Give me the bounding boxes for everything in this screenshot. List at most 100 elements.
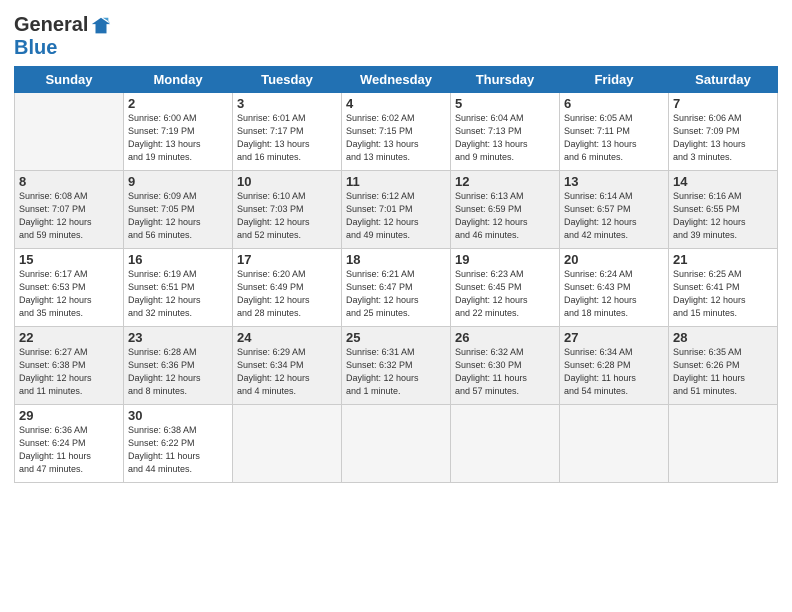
day-number: 28 [673, 330, 773, 345]
day-number: 9 [128, 174, 228, 189]
weekday-tuesday: Tuesday [233, 67, 342, 93]
calendar-cell: 4Sunrise: 6:02 AM Sunset: 7:15 PM Daylig… [342, 93, 451, 171]
week-row-1: 8Sunrise: 6:08 AM Sunset: 7:07 PM Daylig… [15, 171, 778, 249]
day-number: 29 [19, 408, 119, 423]
calendar-cell [342, 405, 451, 483]
day-info: Sunrise: 6:17 AM Sunset: 6:53 PM Dayligh… [19, 268, 119, 320]
calendar-cell: 2Sunrise: 6:00 AM Sunset: 7:19 PM Daylig… [124, 93, 233, 171]
calendar-cell: 30Sunrise: 6:38 AM Sunset: 6:22 PM Dayli… [124, 405, 233, 483]
calendar-cell: 6Sunrise: 6:05 AM Sunset: 7:11 PM Daylig… [560, 93, 669, 171]
day-number: 23 [128, 330, 228, 345]
day-number: 30 [128, 408, 228, 423]
day-number: 19 [455, 252, 555, 267]
calendar-table: SundayMondayTuesdayWednesdayThursdayFrid… [14, 66, 778, 483]
calendar-cell: 9Sunrise: 6:09 AM Sunset: 7:05 PM Daylig… [124, 171, 233, 249]
page-header: General Blue [14, 10, 778, 60]
day-info: Sunrise: 6:28 AM Sunset: 6:36 PM Dayligh… [128, 346, 228, 398]
day-number: 8 [19, 174, 119, 189]
calendar-cell: 15Sunrise: 6:17 AM Sunset: 6:53 PM Dayli… [15, 249, 124, 327]
day-info: Sunrise: 6:20 AM Sunset: 6:49 PM Dayligh… [237, 268, 337, 320]
calendar-cell: 28Sunrise: 6:35 AM Sunset: 6:26 PM Dayli… [669, 327, 778, 405]
day-number: 25 [346, 330, 446, 345]
day-info: Sunrise: 6:24 AM Sunset: 6:43 PM Dayligh… [564, 268, 664, 320]
day-info: Sunrise: 6:31 AM Sunset: 6:32 PM Dayligh… [346, 346, 446, 398]
week-row-2: 15Sunrise: 6:17 AM Sunset: 6:53 PM Dayli… [15, 249, 778, 327]
day-info: Sunrise: 6:35 AM Sunset: 6:26 PM Dayligh… [673, 346, 773, 398]
calendar-cell: 26Sunrise: 6:32 AM Sunset: 6:30 PM Dayli… [451, 327, 560, 405]
day-number: 20 [564, 252, 664, 267]
day-number: 11 [346, 174, 446, 189]
day-number: 2 [128, 96, 228, 111]
day-info: Sunrise: 6:23 AM Sunset: 6:45 PM Dayligh… [455, 268, 555, 320]
day-info: Sunrise: 6:08 AM Sunset: 7:07 PM Dayligh… [19, 190, 119, 242]
day-info: Sunrise: 6:13 AM Sunset: 6:59 PM Dayligh… [455, 190, 555, 242]
calendar-cell: 20Sunrise: 6:24 AM Sunset: 6:43 PM Dayli… [560, 249, 669, 327]
day-info: Sunrise: 6:14 AM Sunset: 6:57 PM Dayligh… [564, 190, 664, 242]
calendar-cell: 27Sunrise: 6:34 AM Sunset: 6:28 PM Dayli… [560, 327, 669, 405]
day-info: Sunrise: 6:02 AM Sunset: 7:15 PM Dayligh… [346, 112, 446, 164]
day-number: 21 [673, 252, 773, 267]
weekday-wednesday: Wednesday [342, 67, 451, 93]
page-container: General Blue SundayMondayTuesdayWednesda… [0, 0, 792, 493]
calendar-cell: 10Sunrise: 6:10 AM Sunset: 7:03 PM Dayli… [233, 171, 342, 249]
day-info: Sunrise: 6:12 AM Sunset: 7:01 PM Dayligh… [346, 190, 446, 242]
day-info: Sunrise: 6:10 AM Sunset: 7:03 PM Dayligh… [237, 190, 337, 242]
calendar-cell: 21Sunrise: 6:25 AM Sunset: 6:41 PM Dayli… [669, 249, 778, 327]
week-row-4: 29Sunrise: 6:36 AM Sunset: 6:24 PM Dayli… [15, 405, 778, 483]
calendar-cell: 11Sunrise: 6:12 AM Sunset: 7:01 PM Dayli… [342, 171, 451, 249]
calendar-cell: 29Sunrise: 6:36 AM Sunset: 6:24 PM Dayli… [15, 405, 124, 483]
day-number: 24 [237, 330, 337, 345]
day-info: Sunrise: 6:27 AM Sunset: 6:38 PM Dayligh… [19, 346, 119, 398]
calendar-cell [560, 405, 669, 483]
calendar-cell: 14Sunrise: 6:16 AM Sunset: 6:55 PM Dayli… [669, 171, 778, 249]
day-info: Sunrise: 6:21 AM Sunset: 6:47 PM Dayligh… [346, 268, 446, 320]
day-number: 14 [673, 174, 773, 189]
logo: General Blue [14, 14, 112, 60]
calendar-cell: 19Sunrise: 6:23 AM Sunset: 6:45 PM Dayli… [451, 249, 560, 327]
day-number: 5 [455, 96, 555, 111]
day-info: Sunrise: 6:19 AM Sunset: 6:51 PM Dayligh… [128, 268, 228, 320]
calendar-cell: 5Sunrise: 6:04 AM Sunset: 7:13 PM Daylig… [451, 93, 560, 171]
calendar-cell [669, 405, 778, 483]
day-info: Sunrise: 6:36 AM Sunset: 6:24 PM Dayligh… [19, 424, 119, 476]
day-info: Sunrise: 6:25 AM Sunset: 6:41 PM Dayligh… [673, 268, 773, 320]
weekday-saturday: Saturday [669, 67, 778, 93]
calendar-cell: 3Sunrise: 6:01 AM Sunset: 7:17 PM Daylig… [233, 93, 342, 171]
day-number: 6 [564, 96, 664, 111]
calendar-cell: 12Sunrise: 6:13 AM Sunset: 6:59 PM Dayli… [451, 171, 560, 249]
day-number: 26 [455, 330, 555, 345]
calendar-cell [15, 93, 124, 171]
calendar-cell: 16Sunrise: 6:19 AM Sunset: 6:51 PM Dayli… [124, 249, 233, 327]
week-row-3: 22Sunrise: 6:27 AM Sunset: 6:38 PM Dayli… [15, 327, 778, 405]
day-info: Sunrise: 6:38 AM Sunset: 6:22 PM Dayligh… [128, 424, 228, 476]
day-info: Sunrise: 6:04 AM Sunset: 7:13 PM Dayligh… [455, 112, 555, 164]
week-row-0: 2Sunrise: 6:00 AM Sunset: 7:19 PM Daylig… [15, 93, 778, 171]
logo-blue-text: Blue [14, 37, 57, 60]
logo-general-text: General [14, 14, 88, 37]
day-number: 7 [673, 96, 773, 111]
day-number: 10 [237, 174, 337, 189]
day-number: 16 [128, 252, 228, 267]
weekday-header-row: SundayMondayTuesdayWednesdayThursdayFrid… [15, 67, 778, 93]
logo-icon [90, 15, 112, 37]
day-info: Sunrise: 6:34 AM Sunset: 6:28 PM Dayligh… [564, 346, 664, 398]
calendar-cell: 7Sunrise: 6:06 AM Sunset: 7:09 PM Daylig… [669, 93, 778, 171]
calendar-cell: 8Sunrise: 6:08 AM Sunset: 7:07 PM Daylig… [15, 171, 124, 249]
day-number: 4 [346, 96, 446, 111]
day-number: 27 [564, 330, 664, 345]
day-number: 12 [455, 174, 555, 189]
day-number: 22 [19, 330, 119, 345]
calendar-cell: 23Sunrise: 6:28 AM Sunset: 6:36 PM Dayli… [124, 327, 233, 405]
calendar-cell: 24Sunrise: 6:29 AM Sunset: 6:34 PM Dayli… [233, 327, 342, 405]
day-info: Sunrise: 6:29 AM Sunset: 6:34 PM Dayligh… [237, 346, 337, 398]
calendar-cell [451, 405, 560, 483]
calendar-cell: 25Sunrise: 6:31 AM Sunset: 6:32 PM Dayli… [342, 327, 451, 405]
day-info: Sunrise: 6:32 AM Sunset: 6:30 PM Dayligh… [455, 346, 555, 398]
calendar-cell: 13Sunrise: 6:14 AM Sunset: 6:57 PM Dayli… [560, 171, 669, 249]
day-info: Sunrise: 6:09 AM Sunset: 7:05 PM Dayligh… [128, 190, 228, 242]
day-info: Sunrise: 6:06 AM Sunset: 7:09 PM Dayligh… [673, 112, 773, 164]
weekday-monday: Monday [124, 67, 233, 93]
weekday-friday: Friday [560, 67, 669, 93]
day-number: 17 [237, 252, 337, 267]
day-number: 3 [237, 96, 337, 111]
